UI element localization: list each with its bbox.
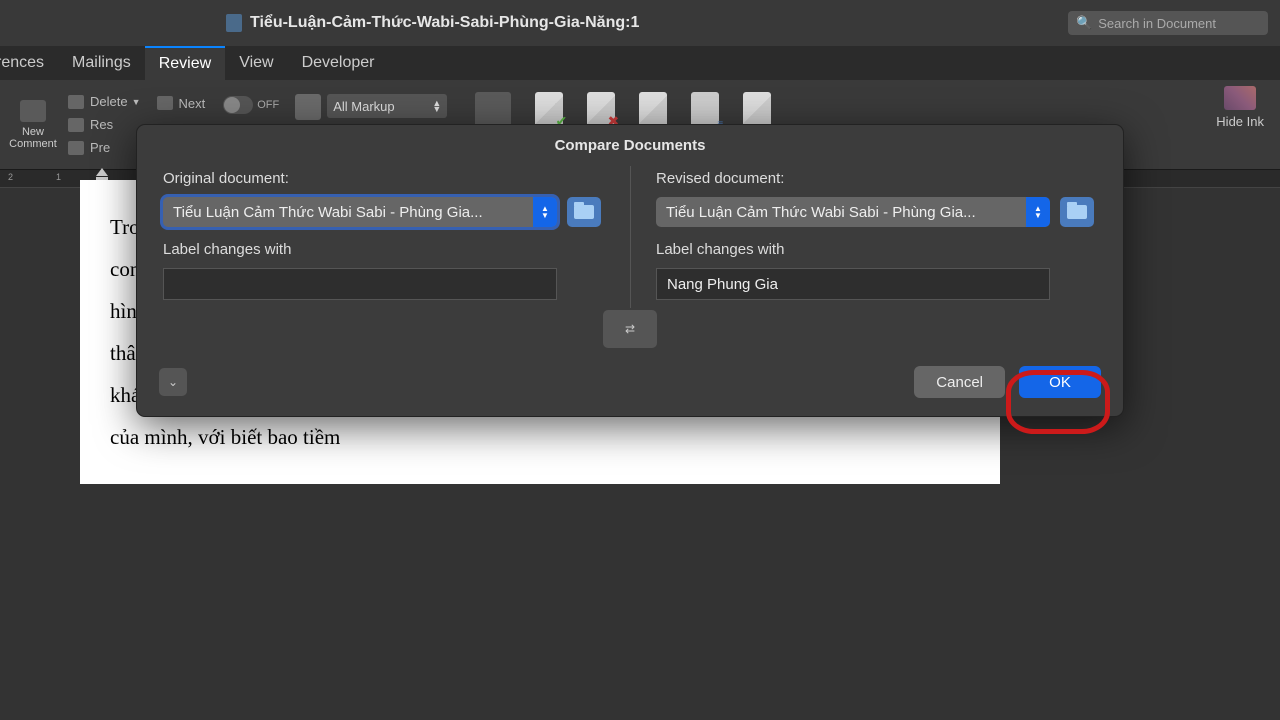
- next-button[interactable]: Next: [157, 92, 206, 114]
- revised-document-label: Revised document:: [656, 170, 1097, 187]
- hide-ink-button[interactable]: Hide Ink: [1216, 86, 1264, 163]
- track-changes-toggle[interactable]: OFF: [223, 96, 279, 114]
- stepper-icon: ▲▼: [432, 100, 441, 112]
- reviewing-pane-button[interactable]: [475, 92, 511, 128]
- revised-author-input[interactable]: [656, 268, 1050, 300]
- markup-select[interactable]: All Markup ▲▼: [327, 94, 447, 118]
- next-icon: [157, 96, 173, 110]
- stepper-icon: ▲▼: [1026, 197, 1050, 227]
- tab-references[interactable]: rences: [0, 46, 58, 80]
- ink-icon: [1224, 86, 1256, 110]
- folder-icon: [574, 205, 594, 219]
- new-comment-button[interactable]: New Comment: [4, 86, 62, 163]
- previous-change-button[interactable]: [639, 92, 667, 128]
- tab-review[interactable]: Review: [145, 46, 225, 80]
- revised-document-select[interactable]: Tiểu Luận Cảm Thức Wabi Sabi - Phùng Gia…: [656, 197, 1050, 227]
- document-title: Tiểu-Luận-Cảm-Thức-Wabi-Sabi-Phùng-Gia-N…: [250, 14, 639, 32]
- original-document-select[interactable]: Tiểu Luận Cảm Thức Wabi Sabi - Phùng Gia…: [163, 197, 557, 227]
- divider: [630, 166, 631, 308]
- delete-comment-button[interactable]: Delete▼: [68, 91, 141, 113]
- original-browse-button[interactable]: [567, 197, 601, 227]
- protect-button[interactable]: [743, 92, 771, 128]
- cancel-button[interactable]: Cancel: [914, 366, 1005, 398]
- tab-mailings[interactable]: Mailings: [58, 46, 145, 80]
- stepper-icon: ▲▼: [533, 197, 557, 227]
- chevron-down-icon: ⌄: [168, 375, 178, 389]
- resolve-icon: [68, 118, 84, 132]
- dialog-title: Compare Documents: [137, 125, 1123, 166]
- reject-button[interactable]: ✖: [587, 92, 615, 128]
- comment-icon: [20, 100, 46, 122]
- original-label-changes-label: Label changes with: [163, 241, 604, 258]
- tab-developer[interactable]: Developer: [288, 46, 389, 80]
- original-author-input[interactable]: [163, 268, 557, 300]
- compare-button[interactable]: ≡: [691, 92, 719, 128]
- revised-label-changes-label: Label changes with: [656, 241, 1097, 258]
- search-placeholder: Search in Document: [1098, 16, 1216, 31]
- ok-button[interactable]: OK: [1019, 366, 1101, 398]
- accept-button[interactable]: ✔: [535, 92, 563, 128]
- delete-icon: [68, 95, 84, 109]
- search-input[interactable]: 🔍 Search in Document: [1068, 11, 1268, 35]
- swap-icon: ⇄: [625, 324, 635, 334]
- resolve-button[interactable]: Res: [68, 114, 141, 136]
- titlebar: Tiểu-Luận-Cảm-Thức-Wabi-Sabi-Phùng-Gia-N…: [0, 0, 1280, 46]
- original-document-label: Original document:: [163, 170, 604, 187]
- tab-view[interactable]: View: [225, 46, 287, 80]
- tracking-icon: [295, 94, 321, 120]
- compare-documents-dialog: Compare Documents Original document: Tiể…: [136, 124, 1124, 417]
- previous-button[interactable]: Pre: [68, 137, 141, 159]
- revised-browse-button[interactable]: [1060, 197, 1094, 227]
- search-icon: 🔍: [1076, 15, 1092, 31]
- document-icon: [226, 14, 242, 32]
- previous-icon: [68, 141, 84, 155]
- ribbon-tabs: rences Mailings Review View Developer: [0, 46, 1280, 80]
- swap-button[interactable]: ⇄: [603, 310, 657, 348]
- expand-options-button[interactable]: ⌄: [159, 368, 187, 396]
- folder-icon: [1067, 205, 1087, 219]
